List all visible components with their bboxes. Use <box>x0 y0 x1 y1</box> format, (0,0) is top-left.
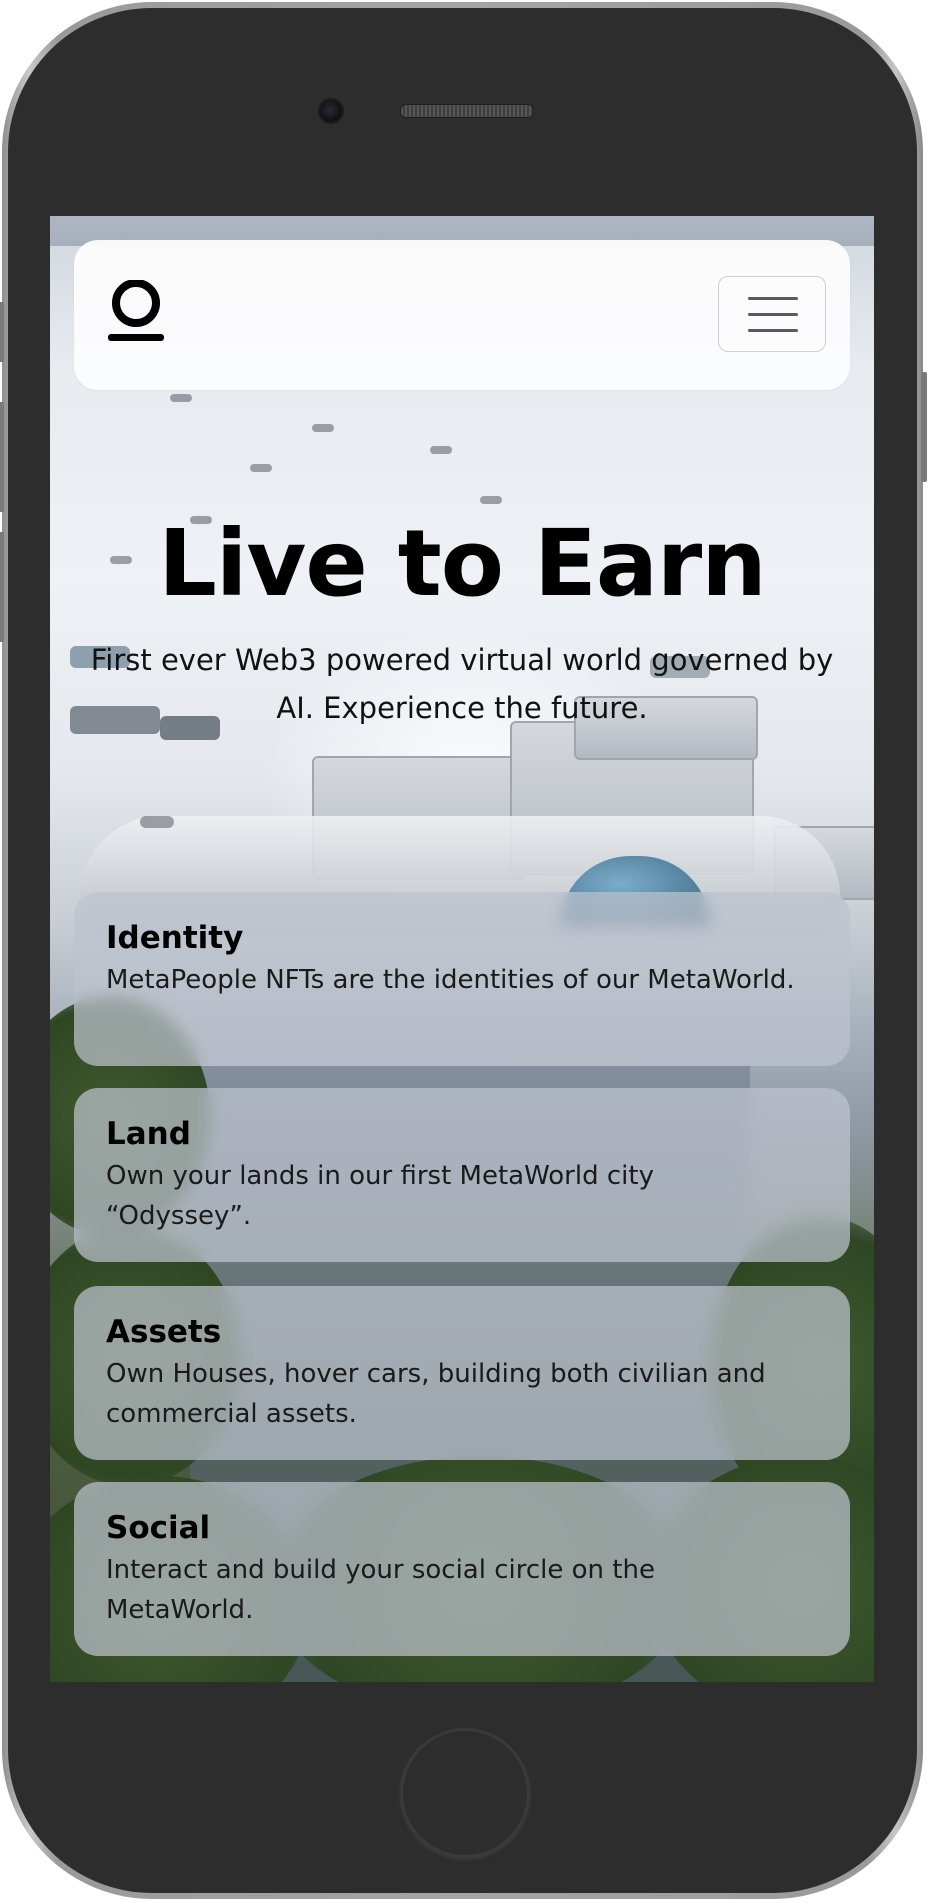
feature-card-text: Own Houses, hover cars, building both ci… <box>106 1359 766 1429</box>
feature-card-identity[interactable]: Identity MetaPeople NFTs are the identit… <box>74 892 850 1066</box>
feature-card-text: Own your lands in our first MetaWorld ci… <box>106 1161 654 1231</box>
front-camera <box>318 98 344 124</box>
feature-card-social[interactable]: Social Interact and build your social ci… <box>74 1482 850 1656</box>
feature-card-land[interactable]: Land Own your lands in our first MetaWor… <box>74 1088 850 1262</box>
hamburger-menu-icon <box>748 313 798 316</box>
feature-card-text: Interact and build your social circle on… <box>106 1555 655 1625</box>
feature-card-title: Social <box>106 1510 211 1546</box>
home-button[interactable] <box>400 1728 530 1858</box>
feature-card-title: Land <box>106 1116 191 1152</box>
top-navbar <box>74 240 850 390</box>
metaworld-logo-icon[interactable] <box>106 280 166 344</box>
background-hover-car <box>250 464 272 472</box>
volume-down-button <box>0 532 4 642</box>
earpiece-speaker <box>400 104 534 118</box>
background-hover-car <box>312 424 334 432</box>
feature-card-title: Identity <box>106 920 244 956</box>
power-button <box>921 372 927 482</box>
hero-subtitle: First ever Web3 powered virtual world go… <box>90 643 834 725</box>
feature-card-title: Assets <box>106 1314 222 1350</box>
mute-switch <box>0 302 4 362</box>
volume-up-button <box>0 402 4 512</box>
background-hover-car <box>430 446 452 454</box>
phone-frame: Live to Earn First ever Web3 powered vir… <box>0 2 927 1899</box>
background-hover-car <box>480 496 502 504</box>
screen: Live to Earn First ever Web3 powered vir… <box>50 216 874 1682</box>
background-hover-car <box>170 394 192 402</box>
hero-title: Live to Earn <box>158 510 767 617</box>
hamburger-menu-icon <box>748 329 798 332</box>
hamburger-menu-icon <box>748 297 798 300</box>
feature-card-text: MetaPeople NFTs are the identities of ou… <box>106 965 795 995</box>
background-hover-car <box>140 816 174 828</box>
hamburger-menu-button[interactable] <box>718 276 826 352</box>
feature-card-assets[interactable]: Assets Own Houses, hover cars, building … <box>74 1286 850 1460</box>
